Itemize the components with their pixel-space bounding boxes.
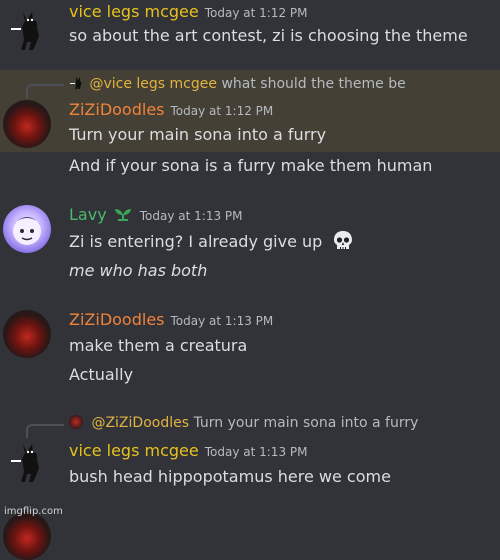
author-name[interactable]: ZiZiDoodles Today at 1:12 PM (69, 100, 273, 119)
reply-mention[interactable]: @ZiZiDoodles (91, 415, 189, 431)
timestamp: Today at 1:13 PM (204, 445, 308, 459)
timestamp: Today at 1:12 PM (170, 104, 274, 118)
message-text: Actually (69, 365, 134, 384)
avatar-zizidoodles[interactable] (3, 310, 51, 358)
message-text: bush head hippopotamus here we come (69, 467, 391, 486)
author-name[interactable]: Lavy Today at 1:13 PM (69, 205, 243, 224)
message-2-highlighted: @vice legs mcgee what should the theme b… (0, 70, 500, 152)
author-name[interactable]: ZiZiDoodles Today at 1:13 PM (69, 310, 273, 329)
message-text: me who has both (69, 261, 208, 280)
message-1: vice legs mcgee Today at 1:12 PM so about… (0, 0, 500, 64)
message-5: @ZiZiDoodles Turn your main sona into a … (0, 410, 500, 500)
avatar-lavy[interactable] (3, 205, 51, 253)
message-text: make them a creatura (69, 336, 248, 355)
lavy-avatar-art-icon (13, 217, 41, 245)
reply-preview[interactable]: @vice legs mcgee what should the theme b… (69, 76, 406, 92)
stickfigure-avatar-icon (11, 444, 39, 482)
message-text: so about the art contest, zi is choosing… (69, 26, 468, 45)
author-name[interactable]: vice legs mcgee Today at 1:13 PM (69, 441, 307, 460)
mini-avatar-zizidoodles (69, 415, 83, 429)
message-text-with-emoji: Zi is entering? I already give up (69, 229, 355, 253)
reply-text: what should the theme be (221, 76, 406, 92)
mini-stickfigure-icon (70, 77, 82, 89)
avatar-zizidoodles[interactable] (3, 100, 51, 148)
message-text: Turn your main sona into a furry (69, 125, 327, 144)
message-3: Lavy Today at 1:13 PM Zi is entering? I … (0, 200, 500, 290)
author-label[interactable]: vice legs mcgee (69, 441, 199, 460)
avatar-zizidoodles-partial[interactable] (3, 512, 51, 560)
reply-connector (26, 424, 64, 438)
leaf-badge-icon (114, 209, 131, 221)
author-name[interactable]: vice legs mcgee Today at 1:12 PM (69, 2, 307, 21)
author-label[interactable]: ZiZiDoodles (69, 310, 165, 329)
reply-mention[interactable]: @vice legs mcgee (89, 76, 217, 92)
reply-text: Turn your main sona into a furry (193, 415, 419, 431)
reply-connector (26, 84, 64, 98)
timestamp: Today at 1:12 PM (204, 6, 308, 20)
skull-emoji-icon (334, 231, 353, 249)
author-label[interactable]: vice legs mcgee (69, 2, 199, 21)
message-text: And if your sona is a furry make them hu… (69, 156, 433, 175)
timestamp: Today at 1:13 PM (139, 209, 243, 223)
stickfigure-avatar-icon (11, 12, 39, 50)
avatar-vice-legs-mcgee[interactable] (3, 6, 51, 54)
watermark: imgflip.com (4, 506, 63, 517)
author-label[interactable]: Lavy (69, 205, 107, 224)
reply-preview[interactable]: @ZiZiDoodles Turn your main sona into a … (69, 415, 418, 431)
message-4: ZiZiDoodles Today at 1:13 PM make them a … (0, 305, 500, 390)
avatar-vice-legs-mcgee[interactable] (3, 438, 51, 486)
message-text: Zi is entering? I already give up (69, 232, 323, 251)
timestamp: Today at 1:13 PM (170, 314, 274, 328)
author-label[interactable]: ZiZiDoodles (69, 100, 165, 119)
